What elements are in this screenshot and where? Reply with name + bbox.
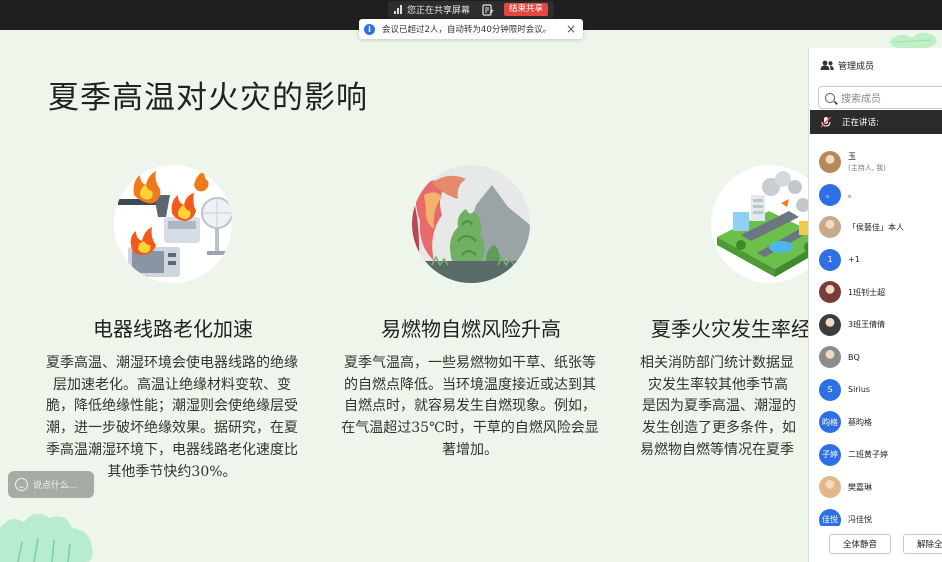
member-row[interactable]: 。。 xyxy=(809,179,942,211)
member-row[interactable]: S Sirius xyxy=(809,374,942,406)
speaking-indicator: 正在讲话: xyxy=(810,110,942,134)
chat-input-bubble[interactable]: 说点什么... xyxy=(8,471,94,498)
signal-icon xyxy=(394,5,404,14)
member-name: 樊嘉琳 xyxy=(848,482,872,492)
section-body-electrical: 夏季高温、潮湿环境会使电器线路的绝缘层加速老化。高温让绝缘材料变软、变脆，降低绝… xyxy=(46,355,298,480)
member-name: 3班王倩倩 xyxy=(848,320,886,329)
avatar-initials: S xyxy=(827,385,833,394)
chat-placeholder: 说点什么... xyxy=(33,481,78,491)
member-role: (主持人, 我) xyxy=(848,164,886,172)
avatar xyxy=(819,476,841,498)
mute-all-button[interactable]: 全体静音 xyxy=(829,534,892,554)
unmute-all-button[interactable]: 解除全体静音 xyxy=(903,534,942,554)
avatar xyxy=(819,216,841,238)
panel-header: 管理成员 xyxy=(809,48,942,82)
panel-footer: 全体静音 解除全体静音 xyxy=(809,526,942,562)
avatar: S xyxy=(819,378,841,401)
avatar-initials: 昀格 xyxy=(822,417,838,427)
member-row[interactable]: 3班王倩倩 xyxy=(809,309,942,341)
member-name: 1班钊士超 xyxy=(848,287,886,297)
avatar xyxy=(819,151,841,173)
section-heading-flammables: 易燃物自燃风险升高 xyxy=(381,317,561,341)
annotate-icon[interactable] xyxy=(482,3,494,16)
member-name: 蔡昀格 xyxy=(848,417,872,427)
people-icon xyxy=(820,60,834,70)
member-name: 「侯藝佳」本人 xyxy=(848,222,904,232)
member-row[interactable]: 樊嘉琳 xyxy=(809,471,942,503)
close-icon[interactable]: × xyxy=(566,23,576,35)
avatar xyxy=(819,313,841,336)
member-name: 玉 xyxy=(848,152,856,161)
presentation-slide: 夏季高温对火灾的影响 电器线路老化加速 易燃物自燃风险升高 夏季火灾发生率经 夏… xyxy=(0,30,942,562)
electrical-fire-icon xyxy=(114,165,232,283)
member-name: 。 xyxy=(848,190,856,199)
avatar xyxy=(819,281,841,303)
member-row[interactable]: 「侯藝佳」本人 xyxy=(809,211,942,243)
avatar xyxy=(819,346,841,368)
section-body-flammables: 夏季气温高，一些易燃物如干草、纸张等的自燃点降低。当环境温度接近或达到其自燃点时… xyxy=(341,355,599,458)
avatar: 。 xyxy=(819,183,841,206)
member-name: BQ xyxy=(848,352,860,362)
plant-fire-icon xyxy=(412,165,530,283)
end-share-button[interactable]: 结束共享 xyxy=(504,3,549,16)
notice-message: 会议已超过2人，自动转为40分钟限时会议。 xyxy=(382,25,552,35)
avatar-initials: 1 xyxy=(827,255,833,264)
avatar: 1 xyxy=(819,248,841,271)
member-row[interactable]: BQ xyxy=(809,341,942,373)
member-row[interactable]: 昀格 蔡昀格 xyxy=(809,406,942,438)
member-name: Sirius xyxy=(848,385,871,394)
member-name: 冯佳悦 xyxy=(848,515,872,524)
panel-title: 管理成员 xyxy=(838,61,875,72)
member-name: +1 xyxy=(848,255,860,264)
member-row[interactable]: 子婷 二班黄子婷 xyxy=(809,439,942,471)
member-search-input[interactable]: 搜索成员 xyxy=(818,86,942,109)
avatar-initials: 佳悦 xyxy=(822,515,838,524)
avatar: 昀格 xyxy=(819,411,841,433)
share-status-text: 您正在共享屏幕 xyxy=(407,6,471,16)
speaking-label: 正在讲话: xyxy=(842,118,879,128)
avatar-initials: 。 xyxy=(826,190,834,199)
member-row[interactable]: 1班钊士超 xyxy=(809,276,942,308)
member-row[interactable]: 玉 (主持人, 我) xyxy=(809,146,942,178)
search-placeholder: 搜索成员 xyxy=(841,94,881,105)
member-name: 二班黄子婷 xyxy=(848,450,888,459)
bush-decoration-icon xyxy=(0,513,93,562)
slide-title: 夏季高温对火灾的影响 xyxy=(48,80,368,116)
section-heading-electrical: 电器线路老化加速 xyxy=(93,317,253,341)
share-status-pill: 您正在共享屏幕 结束共享 xyxy=(388,1,554,18)
search-icon xyxy=(825,92,835,103)
meeting-limit-notice: i 会议已超过2人，自动转为40分钟限时会议。 × xyxy=(359,19,583,39)
avatar-initials: 子婷 xyxy=(822,450,838,459)
info-icon: i xyxy=(364,23,375,35)
member-row[interactable]: 1 +1 xyxy=(809,244,942,276)
microphone-muted-icon xyxy=(820,116,832,128)
members-panel: 管理成员 搜索成员 正在讲话: 玉 (主持人, 我)。。「侯藝佳」本人 1 +1 1班钊… xyxy=(808,48,942,562)
avatar: 子婷 xyxy=(819,443,841,466)
emoji-icon xyxy=(15,478,28,491)
